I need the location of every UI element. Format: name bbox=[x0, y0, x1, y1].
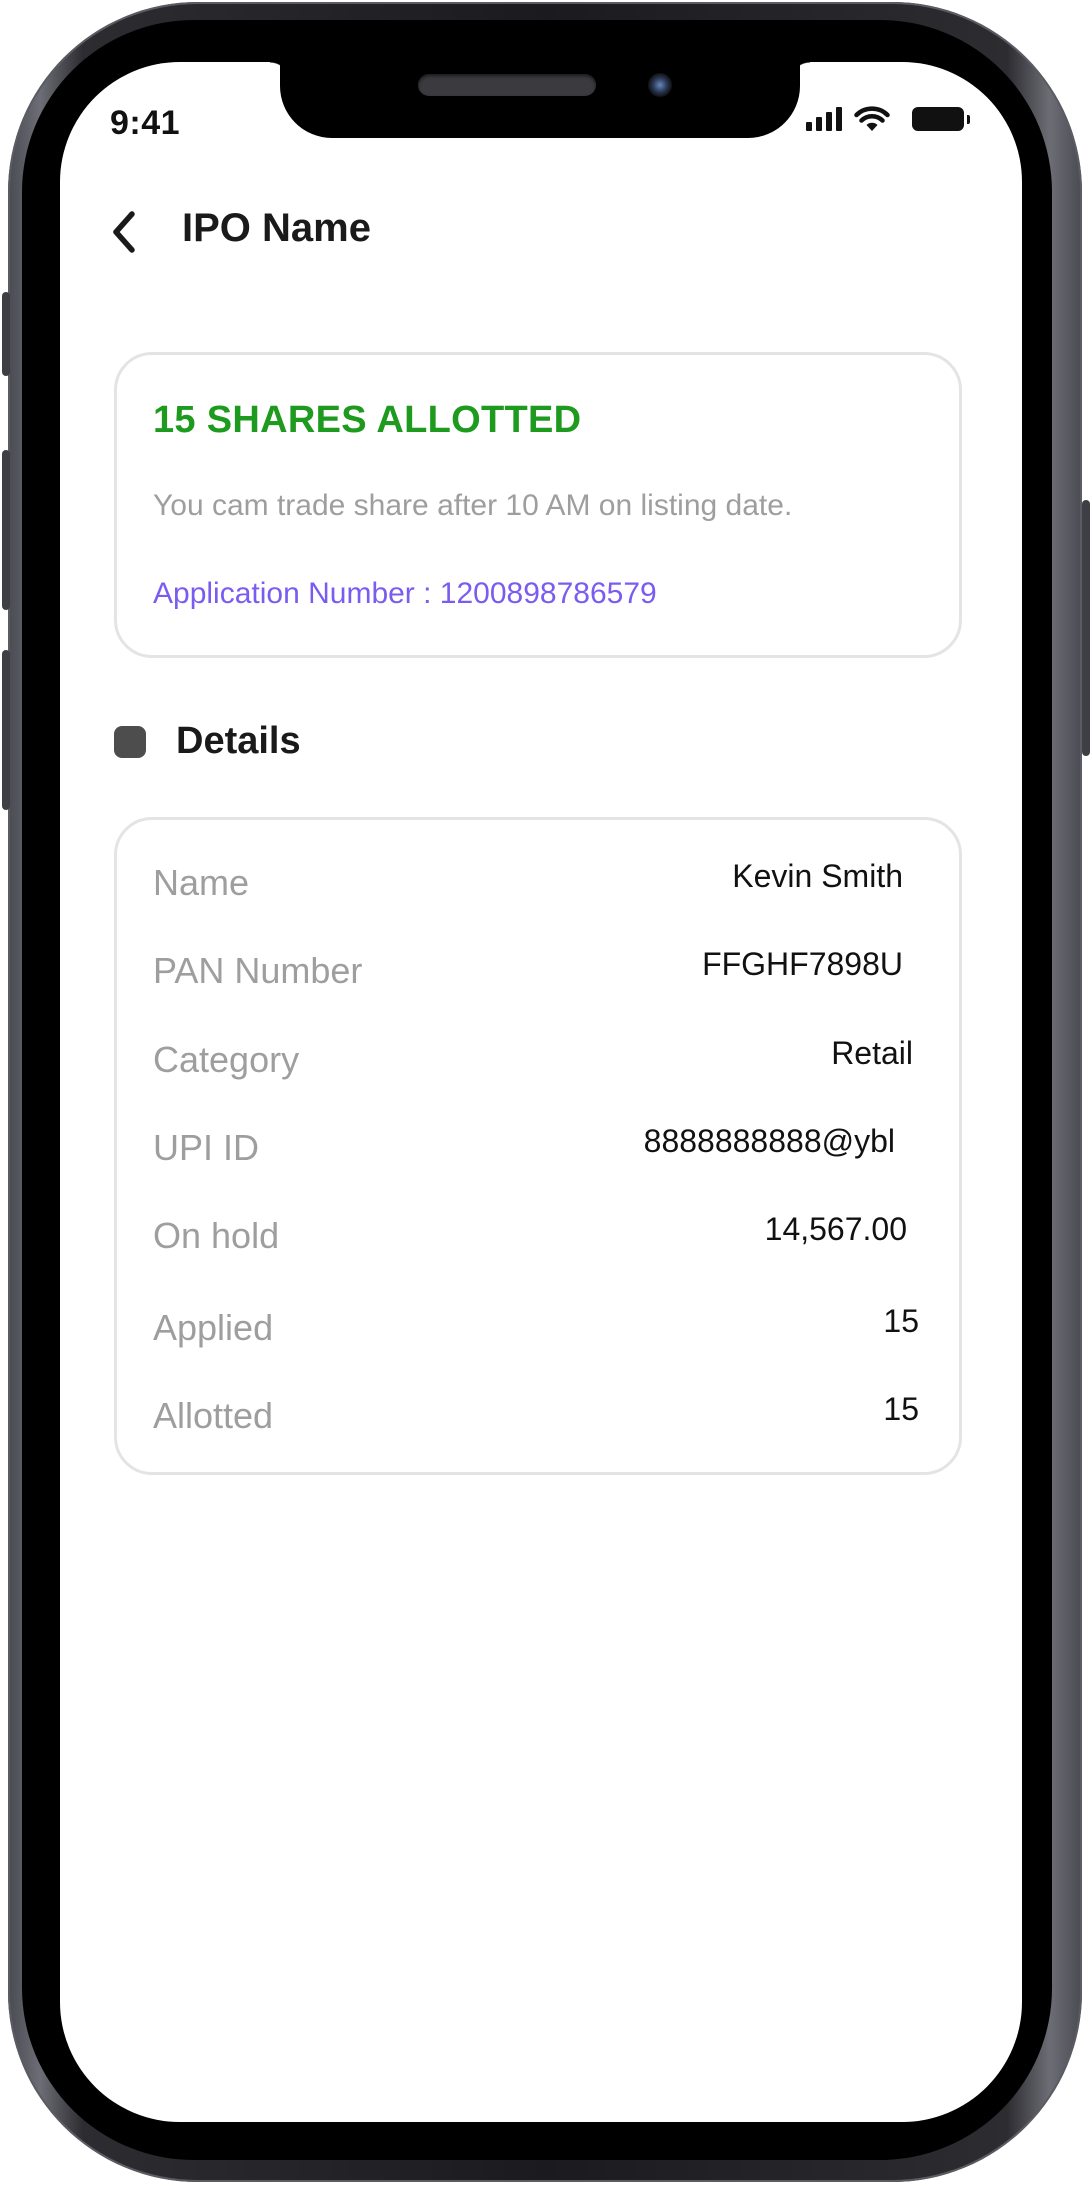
detail-row-category: Category Retail bbox=[153, 1035, 925, 1089]
power-button bbox=[1082, 500, 1090, 756]
screenshot-stage: 9:41 IPO Name 15 SHARES ALLOTTED You cam… bbox=[0, 0, 1092, 2186]
page-title: IPO Name bbox=[182, 206, 371, 250]
phone-screen: 9:41 IPO Name 15 SHARES ALLOTTED You cam… bbox=[60, 62, 1022, 2122]
allotment-status: 15 SHARES ALLOTTED bbox=[153, 399, 582, 441]
cellular-signal-icon bbox=[806, 107, 842, 131]
battery-icon bbox=[912, 107, 970, 131]
section-title: Details bbox=[176, 720, 301, 762]
details-card: Name Kevin Smith PAN Number FFGHF7898U C… bbox=[114, 817, 962, 1475]
details-heading: Details bbox=[114, 720, 301, 763]
detail-value: Retail bbox=[831, 1035, 913, 1071]
notch-corner bbox=[790, 62, 810, 82]
detail-label: Allotted bbox=[153, 1395, 274, 1436]
detail-row-pan: PAN Number FFGHF7898U bbox=[153, 946, 925, 1000]
detail-label: Name bbox=[153, 862, 250, 903]
detail-value: Kevin Smith bbox=[732, 858, 903, 894]
detail-label: Category bbox=[153, 1039, 300, 1080]
detail-value: 14,567.00 bbox=[764, 1211, 907, 1247]
detail-value: 8888888888@ybl bbox=[643, 1123, 895, 1159]
volume-down-button bbox=[2, 650, 10, 810]
detail-row-allotted: Allotted 15 bbox=[153, 1391, 925, 1445]
wifi-icon bbox=[854, 106, 890, 131]
detail-label: PAN Number bbox=[153, 950, 363, 991]
earpiece-speaker bbox=[418, 74, 596, 96]
status-time: 9:41 bbox=[110, 104, 181, 142]
section-bullet-icon bbox=[114, 725, 146, 758]
back-button[interactable] bbox=[102, 202, 146, 262]
detail-row-upi: UPI ID 8888888888@ybl bbox=[153, 1123, 925, 1177]
allotment-note: You cam trade share after 10 AM on listi… bbox=[153, 489, 793, 522]
volume-up-button bbox=[2, 450, 10, 610]
chevron-left-icon bbox=[113, 211, 135, 253]
front-camera bbox=[648, 73, 672, 97]
detail-row-applied: Applied 15 bbox=[153, 1303, 925, 1357]
detail-label: On hold bbox=[153, 1215, 280, 1256]
detail-value: 15 bbox=[883, 1391, 919, 1427]
detail-label: UPI ID bbox=[153, 1127, 260, 1168]
silent-switch bbox=[2, 292, 10, 376]
status-icons bbox=[806, 106, 970, 132]
detail-value: FFGHF7898U bbox=[702, 946, 903, 982]
application-number: Application Number : 1200898786579 bbox=[153, 577, 657, 610]
detail-row-name: Name Kevin Smith bbox=[153, 858, 925, 912]
allotment-card: 15 SHARES ALLOTTED You cam trade share a… bbox=[114, 352, 962, 658]
detail-value: 15 bbox=[883, 1303, 919, 1339]
detail-row-on-hold: On hold 14,567.00 bbox=[153, 1211, 925, 1265]
detail-label: Applied bbox=[153, 1307, 274, 1348]
